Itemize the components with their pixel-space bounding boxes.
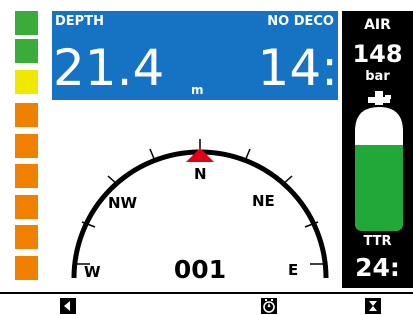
compass-label-w: W — [84, 263, 101, 281]
air-panel: AIR 148 bar TTR 24: — [342, 11, 413, 288]
ttr-label: TTR — [363, 234, 392, 249]
depth-label: DEPTH — [55, 14, 104, 29]
dive-computer-screen: DEPTH NO DECO 21.4 m 14: N NW NE W E 001 — [0, 0, 413, 315]
compass-label-ne: NE — [252, 192, 275, 210]
compass-dial-icon[interactable] — [261, 298, 277, 314]
ascent-segment — [15, 164, 38, 188]
back-icon[interactable] — [60, 298, 76, 314]
compass-label-e: E — [288, 261, 298, 279]
ascent-segment — [15, 256, 38, 280]
air-pressure-unit: bar — [365, 69, 390, 84]
ascent-segment — [15, 225, 38, 249]
compass: N NW NE W E 001 — [71, 139, 329, 284]
ascent-segment — [15, 195, 38, 219]
no-deco-time: 14: — [257, 39, 338, 97]
ascent-segment — [15, 134, 38, 158]
compass-label-nw: NW — [108, 194, 138, 212]
button-bar-divider — [0, 292, 413, 294]
depth-unit: m — [191, 83, 204, 97]
air-pressure-value: 148 — [352, 40, 403, 68]
no-deco-label: NO DECO — [267, 14, 334, 29]
ascent-segment — [15, 11, 38, 35]
air-label: AIR — [364, 17, 391, 33]
depth-panel: DEPTH NO DECO 21.4 m 14: — [52, 11, 338, 100]
ascent-segment — [15, 70, 38, 94]
ascent-segment — [15, 39, 38, 63]
heading-value: 001 — [174, 255, 226, 284]
tank-icon — [355, 91, 403, 231]
ascent-segment — [15, 103, 38, 127]
ttr-value: 24: — [355, 253, 400, 282]
hourglass-icon[interactable] — [365, 298, 381, 314]
compass-label-n: N — [194, 165, 207, 183]
depth-value: 21.4 — [53, 39, 165, 97]
